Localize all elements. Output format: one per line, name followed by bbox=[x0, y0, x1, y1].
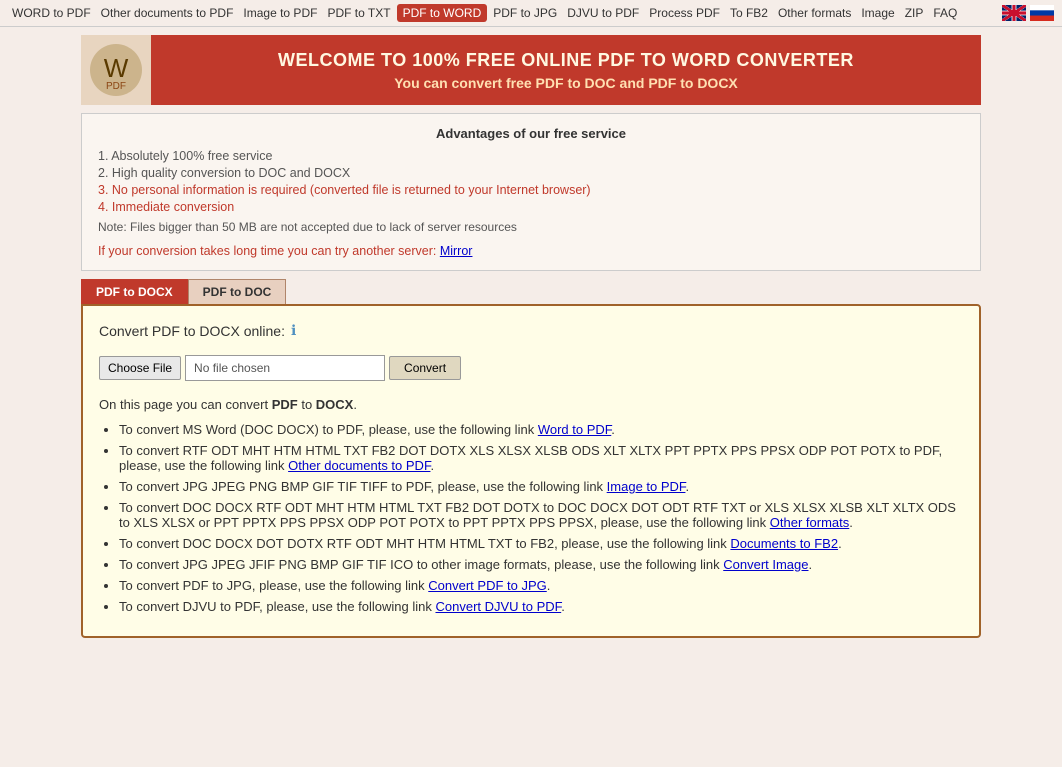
intro-paragraph: On this page you can convert PDF to DOCX… bbox=[99, 397, 963, 412]
converter-tabs: PDF to DOCX PDF to DOC bbox=[81, 279, 981, 304]
language-flags bbox=[1002, 5, 1054, 21]
convert-button[interactable]: Convert bbox=[389, 356, 461, 380]
list-item: To convert JPG JPEG JFIF PNG BMP GIF TIF… bbox=[119, 557, 963, 572]
nav-pdf-to-word[interactable]: PDF to WORD bbox=[397, 4, 488, 22]
advantages-title: Advantages of our free service bbox=[98, 126, 964, 141]
nav-pdf-to-txt[interactable]: PDF to TXT bbox=[323, 4, 394, 22]
file-name-display: No file chosen bbox=[185, 355, 385, 381]
nav-djvu-to-pdf[interactable]: DJVU to PDF bbox=[563, 4, 643, 22]
site-logo: W PDF bbox=[81, 35, 151, 105]
advantage-2: 2. High quality conversion to DOC and DO… bbox=[98, 166, 964, 180]
header-text-block: WELCOME TO 100% FREE ONLINE PDF TO WORD … bbox=[151, 42, 981, 99]
file-size-note: Note: Files bigger than 50 MB are not ac… bbox=[98, 220, 964, 234]
svg-text:PDF: PDF bbox=[106, 81, 126, 92]
list-item: To convert DOC DOCX DOT DOTX RTF ODT MHT… bbox=[119, 536, 963, 551]
top-navigation: WORD to PDF Other documents to PDF Image… bbox=[0, 0, 1062, 27]
flag-ru[interactable] bbox=[1030, 5, 1054, 21]
site-header: W PDF WELCOME TO 100% FREE ONLINE PDF TO… bbox=[81, 35, 981, 105]
header-title: WELCOME TO 100% FREE ONLINE PDF TO WORD … bbox=[163, 50, 969, 71]
nav-zip[interactable]: ZIP bbox=[901, 4, 928, 22]
nav-to-fb2[interactable]: To FB2 bbox=[726, 4, 772, 22]
list-item: To convert PDF to JPG, please, use the f… bbox=[119, 578, 963, 593]
nav-word-to-pdf[interactable]: WORD to PDF bbox=[8, 4, 95, 22]
converter-area: PDF to DOCX PDF to DOC Convert PDF to DO… bbox=[81, 279, 981, 638]
pdf-bold: PDF bbox=[272, 397, 298, 412]
link-docs-to-fb2[interactable]: Documents to FB2 bbox=[730, 536, 838, 551]
nav-pdf-to-jpg[interactable]: PDF to JPG bbox=[489, 4, 561, 22]
mirror-link[interactable]: Mirror bbox=[440, 244, 473, 258]
list-item: To convert JPG JPEG PNG BMP GIF TIF TIFF… bbox=[119, 479, 963, 494]
link-word-to-pdf[interactable]: Word to PDF bbox=[538, 422, 611, 437]
tab-pdf-to-docx[interactable]: PDF to DOCX bbox=[81, 279, 188, 304]
nav-image-to-pdf[interactable]: Image to PDF bbox=[239, 4, 321, 22]
link-pdf-to-jpg[interactable]: Convert PDF to JPG bbox=[428, 578, 546, 593]
mirror-line: If your conversion takes long time you c… bbox=[98, 244, 964, 258]
file-input-row: Choose File No file chosen Convert bbox=[99, 355, 963, 381]
nav-faq[interactable]: FAQ bbox=[929, 4, 961, 22]
converter-label-row: Convert PDF to DOCX online: ℹ bbox=[99, 322, 963, 339]
help-icon[interactable]: ℹ bbox=[291, 322, 296, 339]
mirror-text: If your conversion takes long time you c… bbox=[98, 244, 440, 258]
header-subtitle: You can convert free PDF to DOC and PDF … bbox=[163, 75, 969, 91]
svg-text:W: W bbox=[103, 53, 128, 83]
link-other-docs[interactable]: Other documents to PDF bbox=[288, 458, 430, 473]
link-convert-image[interactable]: Convert Image bbox=[723, 557, 808, 572]
description-section: On this page you can convert PDF to DOCX… bbox=[99, 397, 963, 614]
conversion-links-list: To convert MS Word (DOC DOCX) to PDF, pl… bbox=[119, 422, 963, 614]
tab-pdf-to-doc[interactable]: PDF to DOC bbox=[188, 279, 287, 304]
link-other-formats[interactable]: Other formats bbox=[770, 515, 849, 530]
converter-box: Convert PDF to DOCX online: ℹ Choose Fil… bbox=[81, 304, 981, 638]
flag-uk[interactable] bbox=[1002, 5, 1026, 21]
nav-other-formats[interactable]: Other formats bbox=[774, 4, 855, 22]
advantage-3: 3. No personal information is required (… bbox=[98, 183, 964, 197]
nav-image[interactable]: Image bbox=[857, 4, 898, 22]
choose-file-button[interactable]: Choose File bbox=[99, 356, 181, 380]
link-djvu-to-pdf[interactable]: Convert DJVU to PDF bbox=[435, 599, 561, 614]
link-image-to-pdf[interactable]: Image to PDF bbox=[607, 479, 686, 494]
list-item: To convert DOC DOCX RTF ODT MHT HTM HTML… bbox=[119, 500, 963, 530]
list-item: To convert RTF ODT MHT HTM HTML TXT FB2 … bbox=[119, 443, 963, 473]
list-item: To convert DJVU to PDF, please, use the … bbox=[119, 599, 963, 614]
advantage-1: 1. Absolutely 100% free service bbox=[98, 149, 964, 163]
converter-label: Convert PDF to DOCX online: bbox=[99, 323, 285, 339]
advantage-4: 4. Immediate conversion bbox=[98, 200, 964, 214]
nav-other-docs-to-pdf[interactable]: Other documents to PDF bbox=[97, 4, 238, 22]
advantages-section: Advantages of our free service 1. Absolu… bbox=[81, 113, 981, 271]
nav-process-pdf[interactable]: Process PDF bbox=[645, 4, 724, 22]
list-item: To convert MS Word (DOC DOCX) to PDF, pl… bbox=[119, 422, 963, 437]
docx-bold: DOCX bbox=[316, 397, 354, 412]
